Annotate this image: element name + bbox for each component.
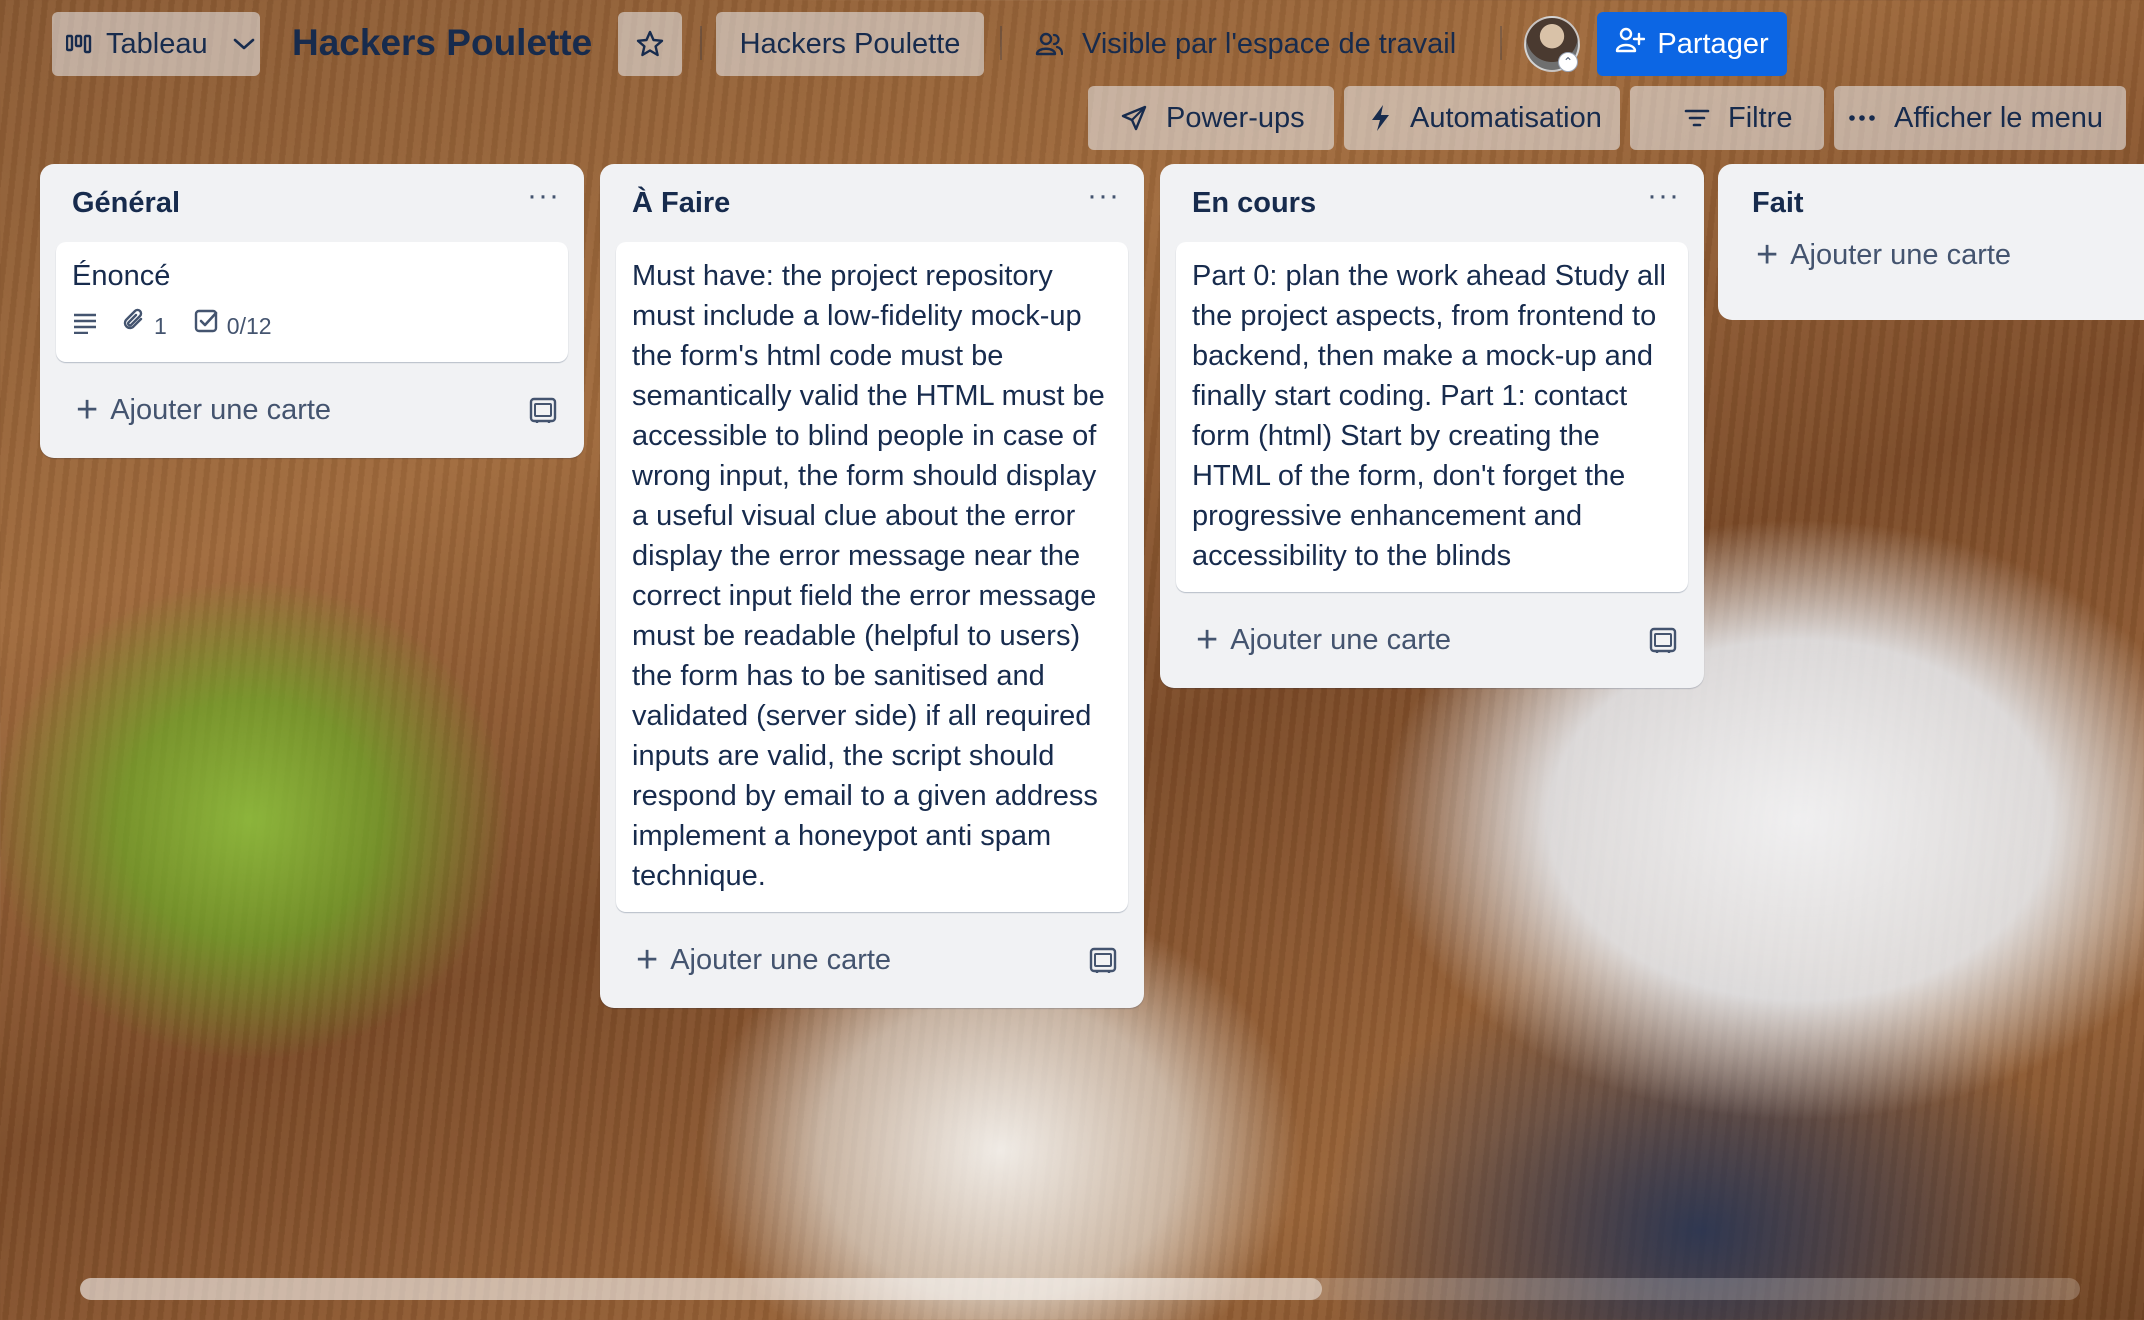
share-label: Partager — [1657, 27, 1769, 60]
filter-button[interactable]: Filtre — [1630, 86, 1824, 150]
view-switcher-label: Tableau — [106, 27, 208, 60]
add-card-button[interactable]: + Ajouter une carte — [76, 391, 331, 429]
list-menu-icon[interactable]: ··· — [527, 181, 560, 225]
plus-icon: + — [1196, 619, 1219, 661]
visibility-label: Visible par l'espace de travail — [1082, 27, 1457, 60]
powerups-label: Power-ups — [1166, 101, 1305, 134]
filter-label: Filtre — [1728, 101, 1793, 134]
show-menu-label: Afficher le menu — [1894, 101, 2104, 134]
show-menu-button[interactable]: Afficher le menu — [1834, 86, 2126, 150]
plus-icon: + — [1756, 234, 1779, 276]
list-a-faire: À Faire ··· Must have: the project repos… — [600, 164, 1144, 1008]
card-text: Part 0: plan the work ahead Study all th… — [1192, 260, 1666, 572]
plus-icon: + — [76, 389, 99, 431]
admin-badge-icon: ⌃ — [1558, 52, 1578, 72]
workspace-button[interactable]: Hackers Poulette — [716, 12, 984, 76]
card-template-icon[interactable] — [1088, 946, 1118, 974]
board-view-icon — [66, 33, 96, 55]
list-title[interactable]: Général — [72, 187, 180, 220]
filter-icon — [1684, 107, 1710, 129]
description-icon — [72, 306, 98, 346]
header-divider — [700, 26, 702, 60]
board-title[interactable]: Hackers Poulette — [292, 22, 592, 64]
header-divider — [1500, 26, 1502, 60]
automation-label: Automatisation — [1410, 101, 1602, 134]
plus-icon: + — [636, 939, 659, 981]
share-button[interactable]: Partager — [1597, 12, 1787, 76]
card[interactable]: Énoncé 1 0/12 — [56, 242, 568, 362]
description-badge — [72, 306, 98, 346]
powerups-button[interactable]: Power-ups — [1088, 86, 1334, 150]
add-card-button[interactable]: + Ajouter une carte — [1756, 236, 2011, 274]
attachment-badge: 1 — [122, 306, 167, 346]
card[interactable]: Part 0: plan the work ahead Study all th… — [1176, 242, 1688, 592]
add-card-label: Ajouter une carte — [1230, 623, 1452, 656]
add-card-button[interactable]: + Ajouter une carte — [1196, 621, 1451, 659]
star-button[interactable] — [618, 12, 682, 76]
card-template-icon[interactable] — [528, 396, 558, 424]
list-en-cours: En cours ··· Part 0: plan the work ahead… — [1160, 164, 1704, 688]
people-icon — [1034, 31, 1064, 57]
add-card-button[interactable]: + Ajouter une carte — [636, 941, 891, 979]
visibility-button[interactable]: Visible par l'espace de travail — [1034, 12, 1468, 76]
attachment-count: 1 — [154, 313, 167, 339]
card-text: Must have: the project repository must i… — [632, 260, 1105, 892]
lightning-icon — [1368, 103, 1392, 133]
star-icon — [635, 29, 665, 59]
list-title[interactable]: À Faire — [632, 187, 730, 220]
add-card-label: Ajouter une carte — [1790, 238, 2012, 271]
board-scrollbar-thumb[interactable] — [80, 1278, 1322, 1300]
workspace-label: Hackers Poulette — [739, 27, 961, 60]
automation-button[interactable]: Automatisation — [1344, 86, 1620, 150]
header-divider — [1000, 26, 1002, 60]
chevron-down-icon — [232, 36, 256, 52]
card-title: Énoncé — [72, 260, 171, 292]
card[interactable]: Must have: the project repository must i… — [616, 242, 1128, 912]
checklist-badge: 0/12 — [193, 306, 272, 346]
card-template-icon[interactable] — [1648, 626, 1678, 654]
more-icon — [1848, 113, 1876, 123]
list-menu-icon[interactable]: ··· — [1647, 181, 1680, 225]
add-person-icon — [1615, 26, 1646, 62]
view-switcher-button[interactable]: Tableau — [52, 12, 260, 76]
list-menu-icon[interactable]: ··· — [1087, 181, 1120, 225]
list-title[interactable]: Fait — [1752, 187, 1804, 220]
list-general: Général ··· Énoncé 1 0/12 + Ajouter une … — [40, 164, 584, 458]
checklist-count: 0/12 — [226, 313, 272, 339]
paperclip-icon — [122, 306, 146, 346]
rocket-icon — [1120, 104, 1148, 132]
list-title[interactable]: En cours — [1192, 187, 1316, 220]
add-card-label: Ajouter une carte — [670, 943, 892, 976]
list-fait: Fait + Ajouter une carte — [1718, 164, 2144, 320]
checklist-icon — [193, 306, 219, 346]
add-card-label: Ajouter une carte — [110, 393, 332, 426]
